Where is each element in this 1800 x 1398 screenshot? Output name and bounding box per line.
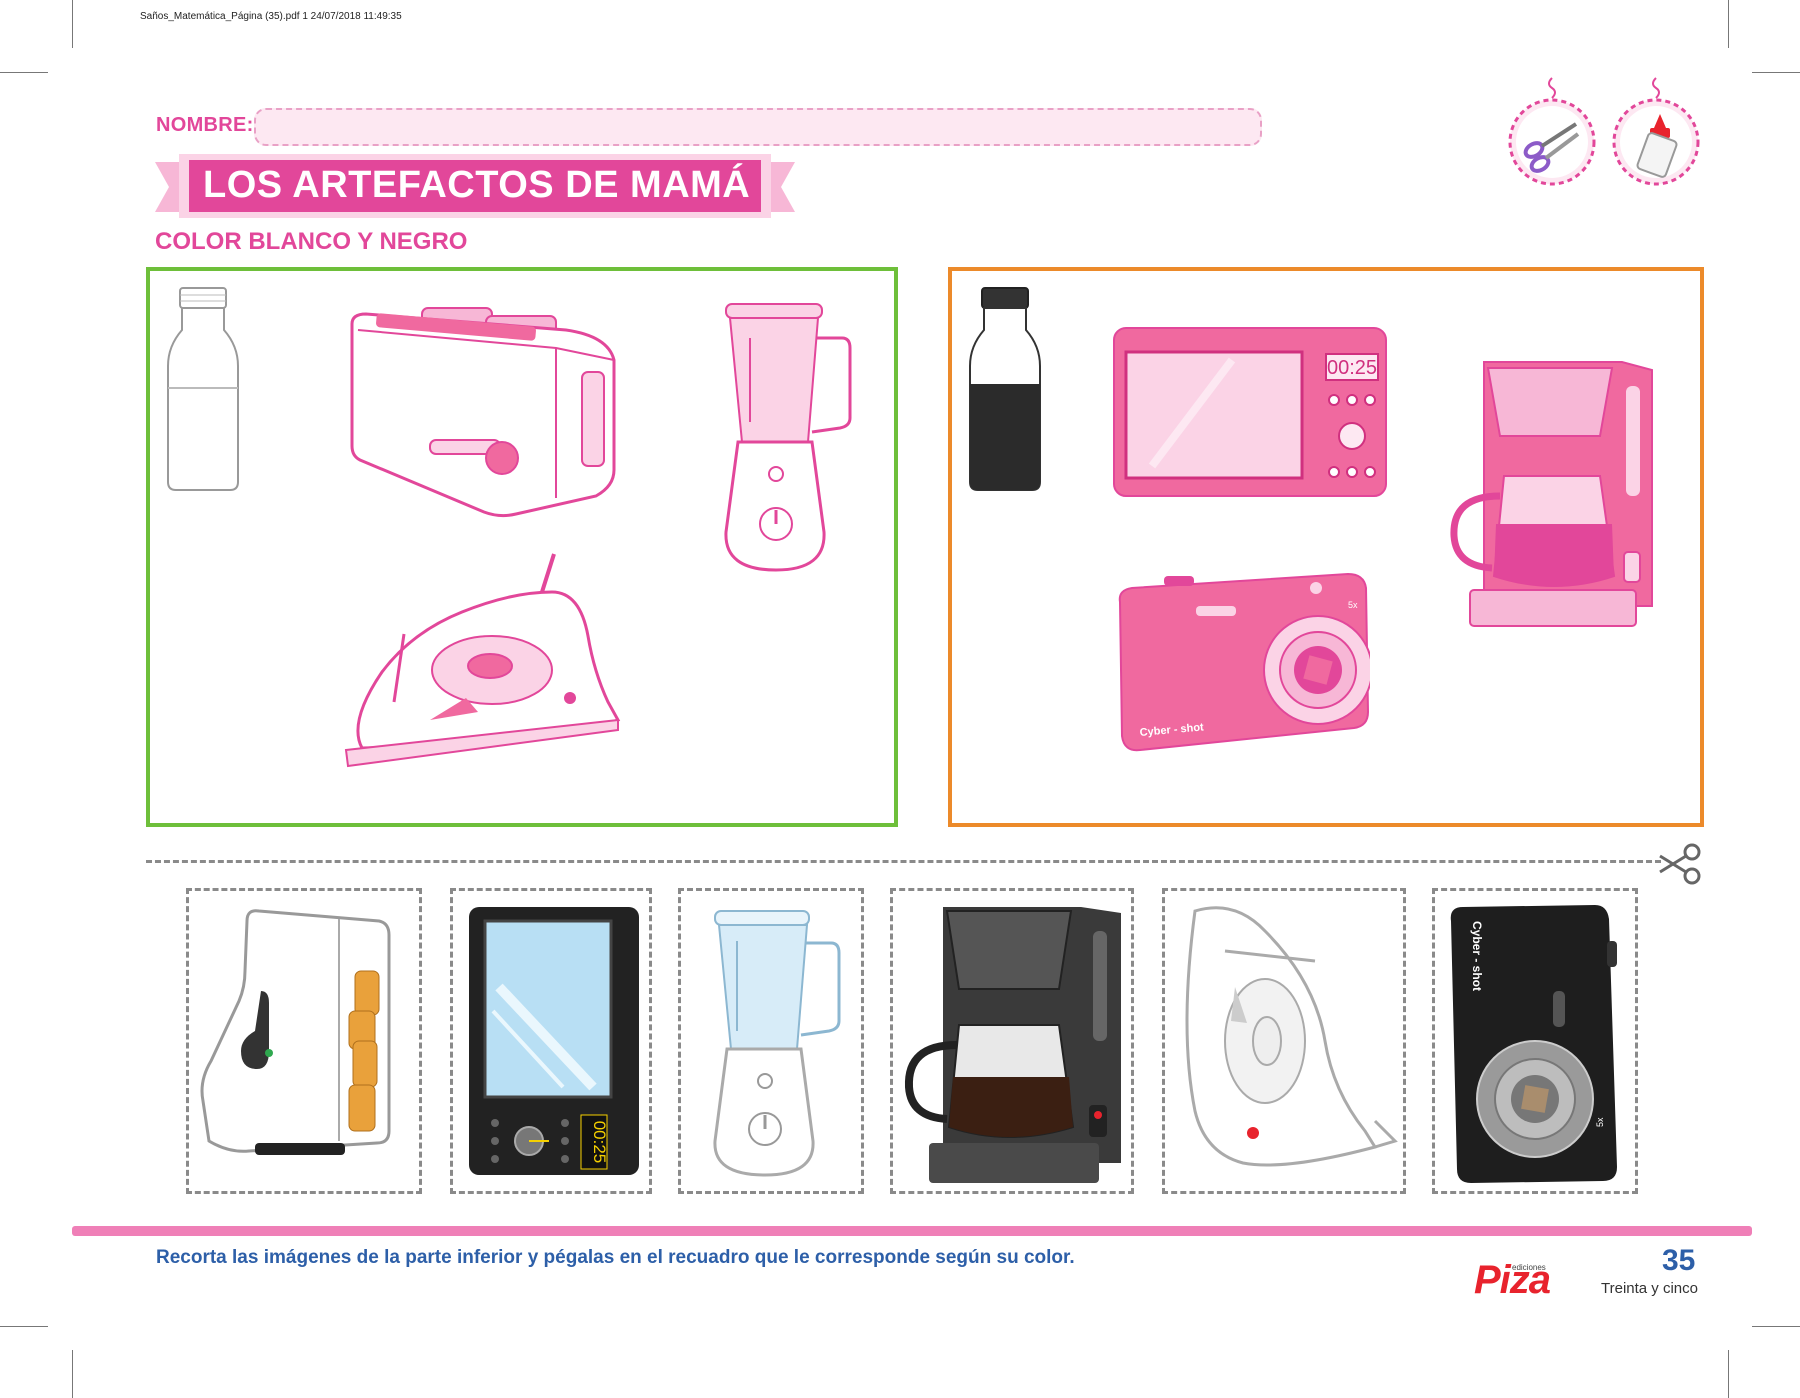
crop-mark: [1752, 1326, 1800, 1327]
nombre-label: NOMBRE:: [156, 114, 254, 136]
black-camera-icon: Cyber - shot 5x: [1450, 905, 1617, 1183]
microwave-icon: 00:25: [1112, 326, 1388, 503]
cut-scissors-icon: [1656, 842, 1704, 891]
blender-icon: [716, 302, 860, 581]
cutout-camera-zoom: 5x: [1595, 1117, 1605, 1127]
scissors-icon: [1506, 76, 1600, 193]
crop-mark: [1728, 1350, 1729, 1398]
crop-mark: [72, 1350, 73, 1398]
print-header: Saños_Matemática_Página (35).pdf 1 24/07…: [140, 11, 402, 22]
cutout-card[interactable]: [890, 888, 1134, 1194]
page-number-words: Treinta y cinco: [1601, 1280, 1698, 1297]
glue-icon: [1610, 76, 1704, 193]
page-number: 35: [1662, 1244, 1696, 1277]
cut-line: [146, 860, 1661, 863]
iron-icon: [342, 552, 622, 779]
instruction-text: Recorta las imágenes de la parte inferio…: [156, 1247, 1075, 1268]
black-bottle-icon: [968, 286, 1042, 497]
cutout-card[interactable]: 00:25: [450, 888, 652, 1194]
white-blender-icon: [713, 910, 841, 1177]
cutout-camera-brand: Cyber - shot: [1470, 921, 1484, 991]
cutout-microwave-display: 00:25: [590, 1121, 609, 1164]
crop-mark: [0, 1326, 48, 1327]
cutout-card[interactable]: [186, 888, 422, 1194]
crop-mark: [1728, 0, 1729, 48]
footer-bar: [72, 1226, 1752, 1236]
crop-mark: [1752, 72, 1800, 73]
black-coffee-maker-icon: [904, 907, 1121, 1183]
coffee-maker-icon: [1444, 356, 1660, 635]
cutout-card[interactable]: [678, 888, 864, 1194]
white-bottle-icon: [166, 286, 240, 497]
crop-mark: [0, 72, 48, 73]
white-iron-icon: [1185, 906, 1398, 1167]
brand-logo: Piza: [1474, 1258, 1551, 1302]
cutout-card[interactable]: Cyber - shot 5x: [1432, 888, 1638, 1194]
page-title: LOS ARTEFACTOS DE MAMÁ: [203, 164, 751, 206]
title-banner: LOS ARTEFACTOS DE MAMÁ: [155, 150, 795, 222]
subtitle: COLOR BLANCO Y NEGRO: [155, 228, 468, 255]
nombre-field[interactable]: [254, 108, 1262, 146]
microwave-display: 00:25: [1327, 357, 1377, 379]
cutout-card[interactable]: [1162, 888, 1406, 1194]
white-toaster-icon: [200, 909, 391, 1155]
camera-zoom: 5x: [1348, 600, 1358, 610]
crop-mark: [72, 0, 73, 48]
toaster-icon: [346, 300, 620, 527]
camera-icon: Cyber - shot 5x: [1116, 572, 1373, 757]
black-microwave-icon: 00:25: [469, 907, 639, 1175]
